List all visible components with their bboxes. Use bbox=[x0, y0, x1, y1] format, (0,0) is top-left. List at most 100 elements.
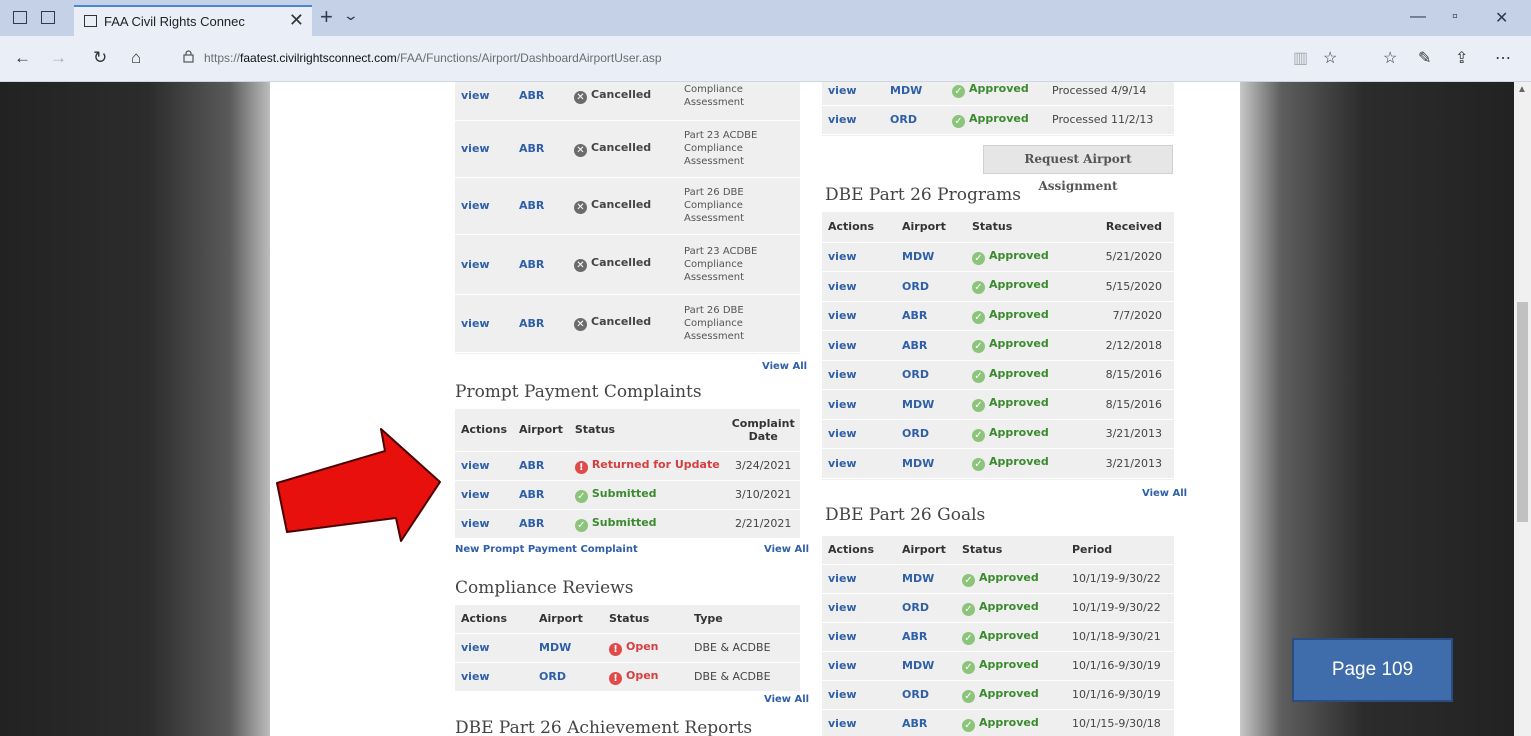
view-link[interactable]: view bbox=[828, 339, 857, 352]
new-prompt-payment-complaint-link[interactable]: New Prompt Payment Complaint bbox=[455, 544, 638, 555]
url-field[interactable]: https://faatest.civilrightsconnect.com/F… bbox=[204, 51, 662, 65]
view-link[interactable]: view bbox=[461, 317, 490, 330]
new-tab-button[interactable]: + bbox=[320, 4, 333, 30]
favorites-list-icon[interactable]: ☆ bbox=[1383, 48, 1397, 68]
airport-link[interactable]: ORD bbox=[902, 601, 929, 614]
view-link[interactable]: view bbox=[461, 670, 490, 683]
view-link[interactable]: view bbox=[461, 459, 490, 472]
back-icon[interactable]: ← bbox=[14, 48, 31, 68]
view-link[interactable]: view bbox=[828, 113, 857, 126]
view-link[interactable]: view bbox=[461, 142, 490, 155]
view-link[interactable]: view bbox=[828, 368, 857, 381]
airport-link[interactable]: ORD bbox=[902, 280, 929, 293]
view-link[interactable]: view bbox=[828, 84, 857, 97]
col-type: Type bbox=[694, 612, 723, 626]
forward-icon[interactable]: → bbox=[50, 48, 67, 68]
tab-title: FAA Civil Rights Connec bbox=[104, 14, 245, 29]
table-row: view ABR ✓ Approved 10/1/15-9/30/18 bbox=[822, 709, 1174, 736]
reading-view-icon[interactable]: ▥ bbox=[1293, 48, 1308, 68]
scrollbar[interactable]: ▲ bbox=[1514, 82, 1531, 736]
maximize-icon[interactable]: ▫ bbox=[1452, 8, 1458, 26]
view-link[interactable]: view bbox=[828, 630, 857, 643]
airport-link[interactable]: ABR bbox=[519, 317, 544, 330]
table-row: view ORD ✓ Approved 8/15/2016 bbox=[822, 360, 1174, 390]
view-link[interactable]: view bbox=[828, 280, 857, 293]
view-all-link[interactable]: View All bbox=[762, 361, 807, 372]
airport-link[interactable]: ORD bbox=[539, 670, 566, 683]
view-link[interactable]: view bbox=[828, 398, 857, 411]
view-all-link[interactable]: View All bbox=[1142, 488, 1187, 499]
airport-link[interactable]: ABR bbox=[519, 459, 544, 472]
view-link[interactable]: view bbox=[828, 457, 857, 470]
airport-link[interactable]: ORD bbox=[902, 368, 929, 381]
tab-close-icon[interactable]: ✕ bbox=[289, 10, 304, 31]
close-window-icon[interactable]: ✕ bbox=[1495, 8, 1508, 28]
table-header: Actions Airport Status Complaint Date bbox=[455, 409, 801, 451]
pen-icon[interactable]: ✎ bbox=[1418, 48, 1431, 68]
check-icon: ✓ bbox=[972, 369, 985, 383]
cancelled-icon: ✕ bbox=[574, 259, 587, 272]
view-link[interactable]: view bbox=[828, 688, 857, 701]
view-link[interactable]: view bbox=[461, 488, 490, 501]
scroll-thumb[interactable] bbox=[1517, 302, 1528, 522]
airport-link[interactable]: MDW bbox=[902, 250, 934, 263]
favorite-star-icon[interactable]: ☆ bbox=[1323, 48, 1337, 68]
request-airport-assignment-button[interactable]: Request Airport Assignment bbox=[983, 145, 1173, 193]
refresh-icon[interactable]: ↻ bbox=[93, 48, 107, 68]
airport-link[interactable]: MDW bbox=[902, 659, 934, 672]
share-icon[interactable]: ⇪ bbox=[1455, 48, 1468, 68]
home-icon[interactable]: ⌂ bbox=[131, 48, 141, 68]
view-all-link[interactable]: View All bbox=[764, 544, 809, 555]
airport-link[interactable]: MDW bbox=[890, 84, 922, 97]
airport-link[interactable]: ABR bbox=[902, 717, 927, 730]
airport-link[interactable]: MDW bbox=[902, 398, 934, 411]
dbe-programs-panel: Actions Airport Status Received view MDW… bbox=[822, 212, 1174, 480]
check-icon: ✓ bbox=[574, 518, 588, 532]
view-link[interactable]: view bbox=[828, 717, 857, 730]
airport-link[interactable]: ABR bbox=[519, 142, 544, 155]
view-link[interactable]: view bbox=[461, 258, 490, 271]
status-text: Cancelled bbox=[591, 140, 652, 154]
view-link[interactable]: view bbox=[828, 601, 857, 614]
status-text: Open bbox=[626, 639, 659, 653]
view-link[interactable]: view bbox=[828, 250, 857, 263]
airport-link[interactable]: ABR bbox=[519, 488, 544, 501]
airport-link[interactable]: ABR bbox=[519, 199, 544, 212]
received-date: 8/15/2016 bbox=[1105, 368, 1162, 382]
view-all-link[interactable]: View All bbox=[764, 694, 809, 705]
view-link[interactable]: view bbox=[461, 641, 490, 654]
status-text: Open bbox=[626, 668, 659, 682]
view-link[interactable]: view bbox=[828, 427, 857, 440]
scroll-up-icon[interactable]: ▲ bbox=[1517, 84, 1527, 95]
airport-link[interactable]: ORD bbox=[902, 427, 929, 440]
check-icon: ✓ bbox=[962, 689, 975, 703]
airport-link[interactable]: ABR bbox=[902, 339, 927, 352]
view-link[interactable]: view bbox=[828, 659, 857, 672]
tab-actions-icon[interactable] bbox=[13, 11, 27, 24]
view-link[interactable]: view bbox=[461, 89, 490, 102]
airport-link[interactable]: MDW bbox=[902, 457, 934, 470]
received-date: 5/15/2020 bbox=[1105, 279, 1162, 293]
airport-link[interactable]: ABR bbox=[519, 517, 544, 530]
more-menu-icon[interactable]: ⋯ bbox=[1495, 48, 1511, 68]
check-icon: ✓ bbox=[952, 114, 965, 128]
minimize-icon[interactable]: — bbox=[1410, 8, 1426, 26]
airport-link[interactable]: ABR bbox=[519, 89, 544, 102]
airport-link[interactable]: ABR bbox=[519, 258, 544, 271]
airport-link[interactable]: ABR bbox=[902, 630, 927, 643]
airport-link[interactable]: MDW bbox=[902, 572, 934, 585]
browser-tab[interactable]: FAA Civil Rights Connec ✕ bbox=[74, 5, 312, 36]
view-link[interactable]: view bbox=[828, 309, 857, 322]
airport-link[interactable]: ABR bbox=[902, 309, 927, 322]
tab-preview-icon[interactable] bbox=[41, 11, 55, 24]
cancelled-icon: ✕ bbox=[574, 200, 587, 214]
airport-link[interactable]: MDW bbox=[539, 641, 571, 654]
airport-link[interactable]: ORD bbox=[902, 688, 929, 701]
page-margin-left bbox=[0, 82, 270, 736]
view-link[interactable]: view bbox=[828, 572, 857, 585]
view-link[interactable]: view bbox=[461, 199, 490, 212]
view-link[interactable]: view bbox=[461, 517, 490, 530]
airport-link[interactable]: ORD bbox=[890, 113, 917, 126]
tab-list-chevron-icon[interactable]: ⌄ bbox=[343, 7, 359, 24]
col-airport: Airport bbox=[902, 543, 946, 557]
